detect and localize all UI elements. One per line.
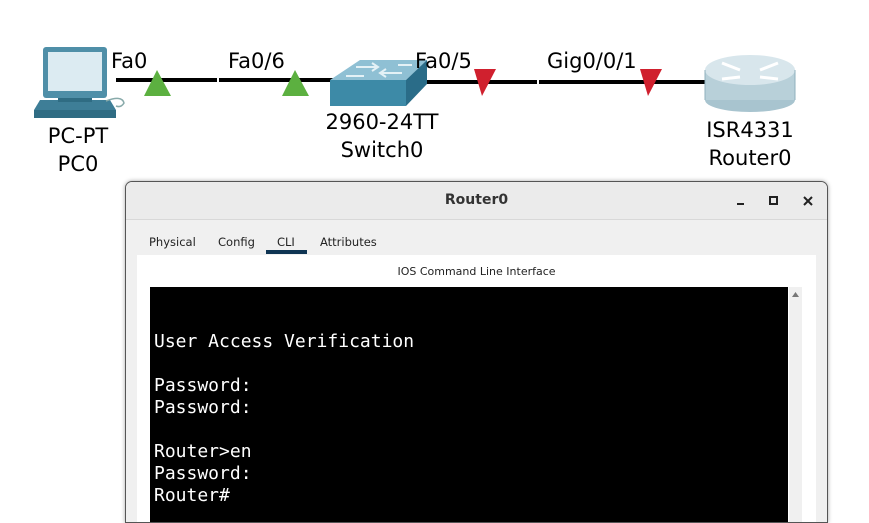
maximize-button[interactable] — [763, 190, 785, 212]
cli-caption: IOS Command Line Interface — [397, 265, 556, 278]
console-line: Password: — [154, 375, 252, 396]
port-label-switch0-fa0-6: Fa0/6 — [228, 49, 285, 73]
link-pc0-switch0[interactable] — [116, 78, 345, 82]
close-icon — [803, 196, 813, 206]
minimize-icon — [737, 203, 744, 205]
port-label-router0-gig0-0-1: Gig0/0/1 — [547, 49, 637, 73]
router-icon[interactable] — [704, 55, 796, 112]
minimize-button[interactable] — [730, 190, 752, 212]
device-name-switch: Switch0 — [340, 138, 424, 162]
device-model-router: ISR4331 — [706, 118, 794, 142]
console-line: Password: — [154, 397, 252, 418]
cli-console[interactable]: User Access Verification Password: Passw… — [150, 287, 788, 522]
console-line: Password: — [154, 463, 252, 484]
cli-panel: IOS Command Line Interface User Access V… — [137, 255, 816, 522]
tab-config[interactable]: Config — [218, 231, 255, 255]
window-title: Router0 — [444, 192, 509, 208]
switch-icon[interactable] — [330, 60, 427, 106]
window-titlebar[interactable]: Router0 — [126, 182, 827, 220]
router-config-window: Router0 Physical Config CLI Attributes I… — [125, 181, 828, 523]
active-tab-indicator — [266, 250, 307, 254]
console-scrollbar[interactable] — [789, 287, 802, 522]
tab-attributes[interactable]: Attributes — [320, 231, 377, 255]
link-up-indicator-switch0-fa0-6 — [282, 70, 309, 96]
device-name-router: Router0 — [708, 146, 792, 170]
maximize-icon — [769, 196, 778, 205]
link-switch0-router0[interactable] — [418, 80, 718, 84]
close-button[interactable] — [797, 190, 819, 212]
device-model-switch: 2960-24TT — [325, 110, 439, 134]
console-prompt-line[interactable]: Router# — [150, 485, 788, 507]
scroll-up-arrow-icon[interactable] — [789, 288, 802, 302]
device-name-pc: PC0 — [57, 152, 99, 176]
tab-physical[interactable]: Physical — [149, 231, 196, 255]
port-label-pc0-fa0: Fa0 — [111, 49, 148, 73]
port-label-switch0-fa0-5: Fa0/5 — [415, 49, 472, 73]
device-model-pc: PC-PT — [47, 124, 109, 148]
console-line: Router>en — [154, 441, 252, 462]
console-line: User Access Verification — [154, 331, 415, 352]
link-up-indicator-pc0 — [144, 70, 171, 96]
